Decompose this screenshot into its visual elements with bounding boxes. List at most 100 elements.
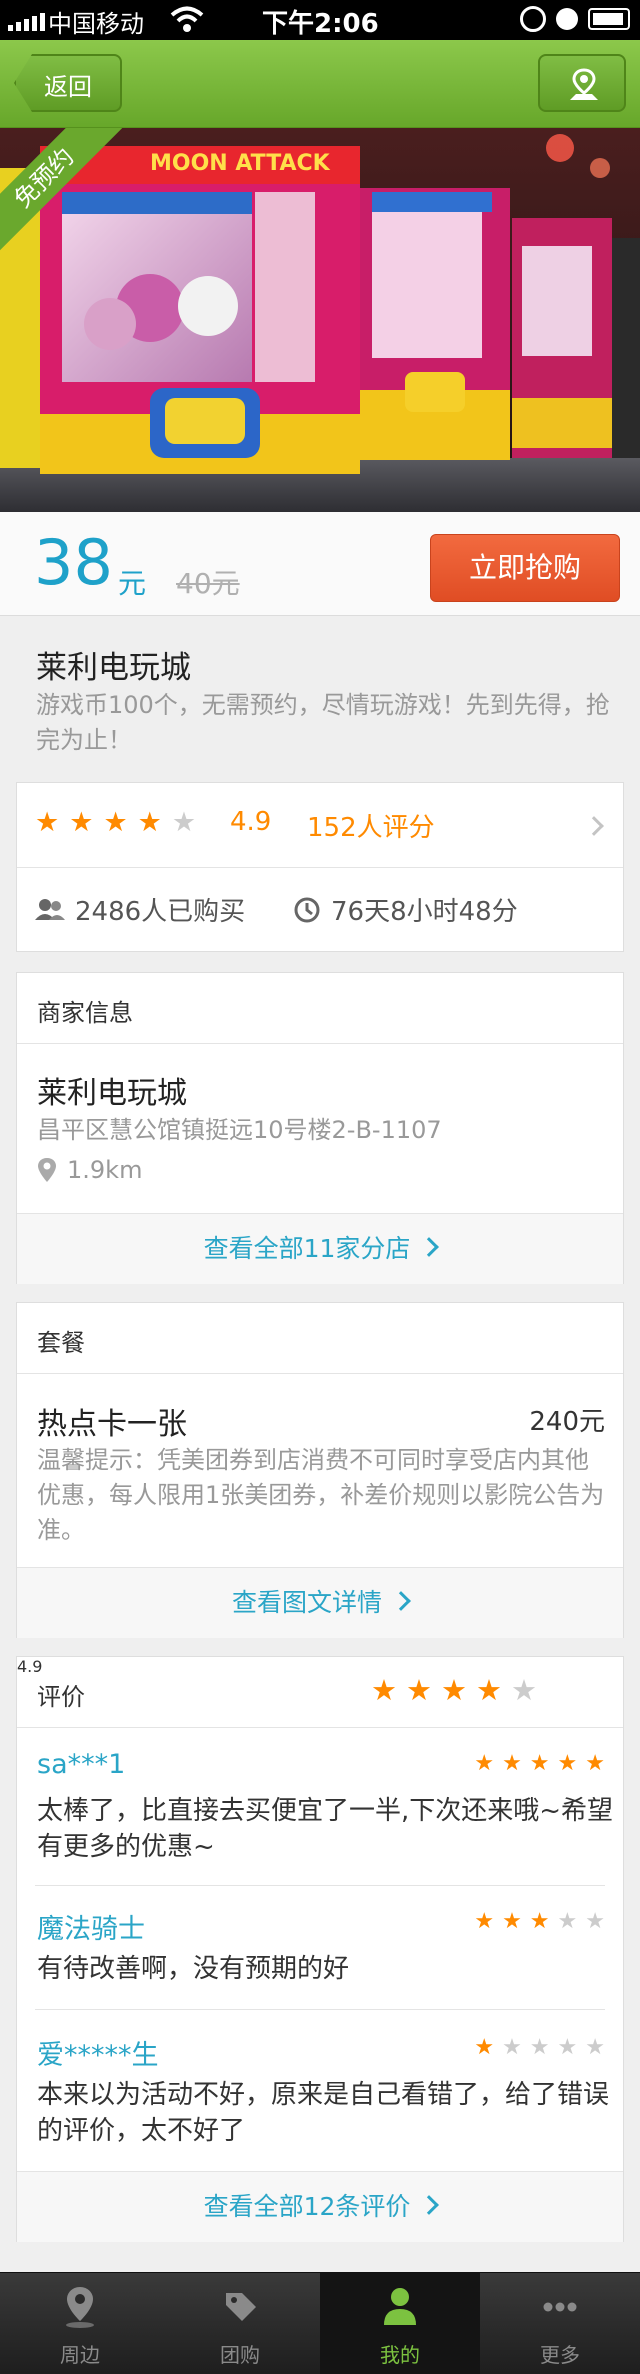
review-user[interactable]: sa***1 xyxy=(37,1749,125,1780)
merchant-name: 莱利电玩城 xyxy=(37,1076,187,1111)
chevron-right-icon xyxy=(419,2195,440,2215)
review-text: 有待改善啊，没有预期的好 xyxy=(37,1954,350,1984)
buy-now-button[interactable]: 立即抢购 xyxy=(430,534,620,602)
map-button[interactable] xyxy=(538,54,626,112)
merchant-distance: 1.9km xyxy=(37,1156,142,1184)
rating-stars: ★ ★ ★ ★ ★ xyxy=(35,807,196,838)
tab-bar: 周边 团购 我的 更多 xyxy=(0,2272,640,2374)
price-unit: 元 xyxy=(118,567,147,600)
price-bar: 38 元 40元 立即抢购 xyxy=(0,512,640,616)
people-icon xyxy=(35,898,65,920)
review-text: 本来以为活动不好，原来是自己看错了，给了错误的评价，太不好了 xyxy=(37,2080,610,2146)
star-icon: ★ xyxy=(585,1751,605,1776)
merchant-address: 昌平区慧公馆镇挺远10号楼2-B-1107 xyxy=(37,1116,442,1144)
time-left-label: 76天8小时48分 xyxy=(331,897,518,927)
star-icon: ★ xyxy=(502,1751,522,1776)
review-stars: ★ ★ ★ ★ ★ xyxy=(474,2035,605,2060)
rating-row[interactable]: ★ ★ ★ ★ ★ 4.9 152人评分 xyxy=(17,783,623,867)
tab-nearby-label: 周边 xyxy=(60,2343,100,2367)
rating-card: ★ ★ ★ ★ ★ 4.9 152人评分 2486人已购买 76天8小时48分 xyxy=(16,782,624,952)
star-icon: ★ xyxy=(371,1673,397,1707)
star-icon: ★ xyxy=(474,1909,495,1934)
star-icon: ★ xyxy=(585,2035,605,2060)
deal-photo: MOON ATTACK 免预约 xyxy=(0,128,640,512)
review-user[interactable]: 爱*****生 xyxy=(37,2033,159,2072)
deal-title: 莱利电玩城 xyxy=(36,650,191,686)
star-icon: ★ xyxy=(557,1909,578,1934)
star-icon: ★ xyxy=(474,2035,495,2060)
current-price: 38 xyxy=(34,526,113,599)
package-section-title: 套餐 xyxy=(37,1329,85,1357)
star-icon: ★ xyxy=(529,1909,550,1934)
rating-score: 4.9 xyxy=(230,807,272,837)
merchant-section-title: 商家信息 xyxy=(37,999,133,1027)
chevron-right-icon xyxy=(391,1591,411,1611)
carrier-name: 中国移动 xyxy=(48,10,144,38)
star-icon: ★ xyxy=(502,2035,522,2060)
star-icon: ★ xyxy=(137,807,162,838)
review-text: 太棒了，比直接去买便宜了一半,下次还来哦~希望有更多的优惠~ xyxy=(37,1796,614,1862)
nav-bar: 返回 xyxy=(0,40,640,128)
purchase-count: 2486人已购买 xyxy=(35,891,245,928)
star-icon: ★ xyxy=(103,807,128,838)
package-name: 热点卡一张 xyxy=(37,1407,187,1442)
tab-nearby[interactable]: 周边 xyxy=(0,2273,160,2374)
review-user[interactable]: 魔法骑士 xyxy=(37,1907,145,1946)
battery-icon xyxy=(588,8,630,30)
star-icon: ★ xyxy=(557,2035,578,2060)
chevron-right-icon xyxy=(584,816,604,836)
time-left: 76天8小时48分 xyxy=(293,891,518,928)
star-icon: ★ xyxy=(476,1673,502,1707)
hero-sign-text: MOON ATTACK xyxy=(150,151,331,176)
tab-group-buy[interactable]: 团购 xyxy=(160,2273,320,2374)
star-icon: ★ xyxy=(35,807,60,838)
clock: 下午2:06 xyxy=(262,9,379,39)
star-icon: ★ xyxy=(502,1909,522,1934)
reviews-section-title: 评价 xyxy=(37,1683,85,1711)
orientation-lock-icon xyxy=(520,6,546,32)
star-icon: ★ xyxy=(474,1751,495,1776)
clock-icon xyxy=(294,897,320,922)
all-branches-label: 查看全部11家分店 xyxy=(203,1234,411,1263)
details-link[interactable]: 查看图文详情 xyxy=(17,1568,623,1638)
all-reviews-label: 查看全部12条评价 xyxy=(203,2192,411,2221)
location-pin-icon xyxy=(38,1158,56,1182)
star-icon: ★ xyxy=(69,807,94,838)
tab-mine-label: 我的 xyxy=(380,2343,420,2367)
more-icon xyxy=(543,2302,577,2312)
star-icon: ★ xyxy=(511,1673,537,1707)
map-pin-icon xyxy=(570,68,598,100)
tab-more[interactable]: 更多 xyxy=(480,2273,640,2374)
merchant-card: 商家信息 莱利电玩城 昌平区慧公馆镇挺远10号楼2-B-1107 1.9km 查… xyxy=(16,972,624,1284)
all-branches-link[interactable]: 查看全部11家分店 xyxy=(17,1214,623,1284)
signal-icon xyxy=(8,13,45,31)
chevron-right-icon xyxy=(419,1237,440,1257)
rating-count: 152人评分 xyxy=(307,813,435,843)
alarm-icon xyxy=(556,8,578,30)
location-icon xyxy=(66,2287,94,2328)
merchant-info[interactable]: 莱利电玩城 昌平区慧公馆镇挺远10号楼2-B-1107 1.9km xyxy=(17,1044,623,1214)
review-stars: ★ ★ ★ ★ ★ xyxy=(474,1909,605,1934)
details-link-label: 查看图文详情 xyxy=(231,1588,382,1617)
package-price: 240元 xyxy=(529,1407,605,1437)
star-icon: ★ xyxy=(529,2035,550,2060)
reviews-score: 4.9 xyxy=(17,1657,43,1676)
package-tip: 温馨提示：凭美团券到店消费不可同时享受店内其他优惠，每人限用1张美团券，补差价规… xyxy=(37,1446,605,1544)
star-icon: ★ xyxy=(529,1751,550,1776)
tab-mine[interactable]: 我的 xyxy=(320,2273,480,2374)
tab-group-buy-label: 团购 xyxy=(220,2343,260,2367)
star-icon: ★ xyxy=(406,1673,432,1707)
wifi-icon xyxy=(170,4,204,40)
user-icon xyxy=(384,2288,416,2325)
star-icon: ★ xyxy=(171,807,197,838)
reviews-stars: ★ ★ ★ ★ ★ xyxy=(371,1673,537,1707)
all-reviews-link[interactable]: 查看全部12条评价 xyxy=(17,2172,623,2242)
reviews-card: 评价 ★ ★ ★ ★ ★ 4.9 sa***1 ★ ★ ★ ★ ★ 太棒了，比直接去买便… xyxy=(16,1656,624,2242)
back-button[interactable]: 返回 xyxy=(14,54,122,112)
purchase-count-label: 2486人已购买 xyxy=(75,897,246,927)
star-icon: ★ xyxy=(441,1673,467,1707)
deal-description: 游戏币100个，无需预约，尽情玩游戏！先到先得，抢完为止！ xyxy=(36,691,610,754)
original-price: 40元 xyxy=(176,567,240,600)
tab-more-label: 更多 xyxy=(540,2343,580,2367)
star-icon: ★ xyxy=(557,1751,578,1776)
